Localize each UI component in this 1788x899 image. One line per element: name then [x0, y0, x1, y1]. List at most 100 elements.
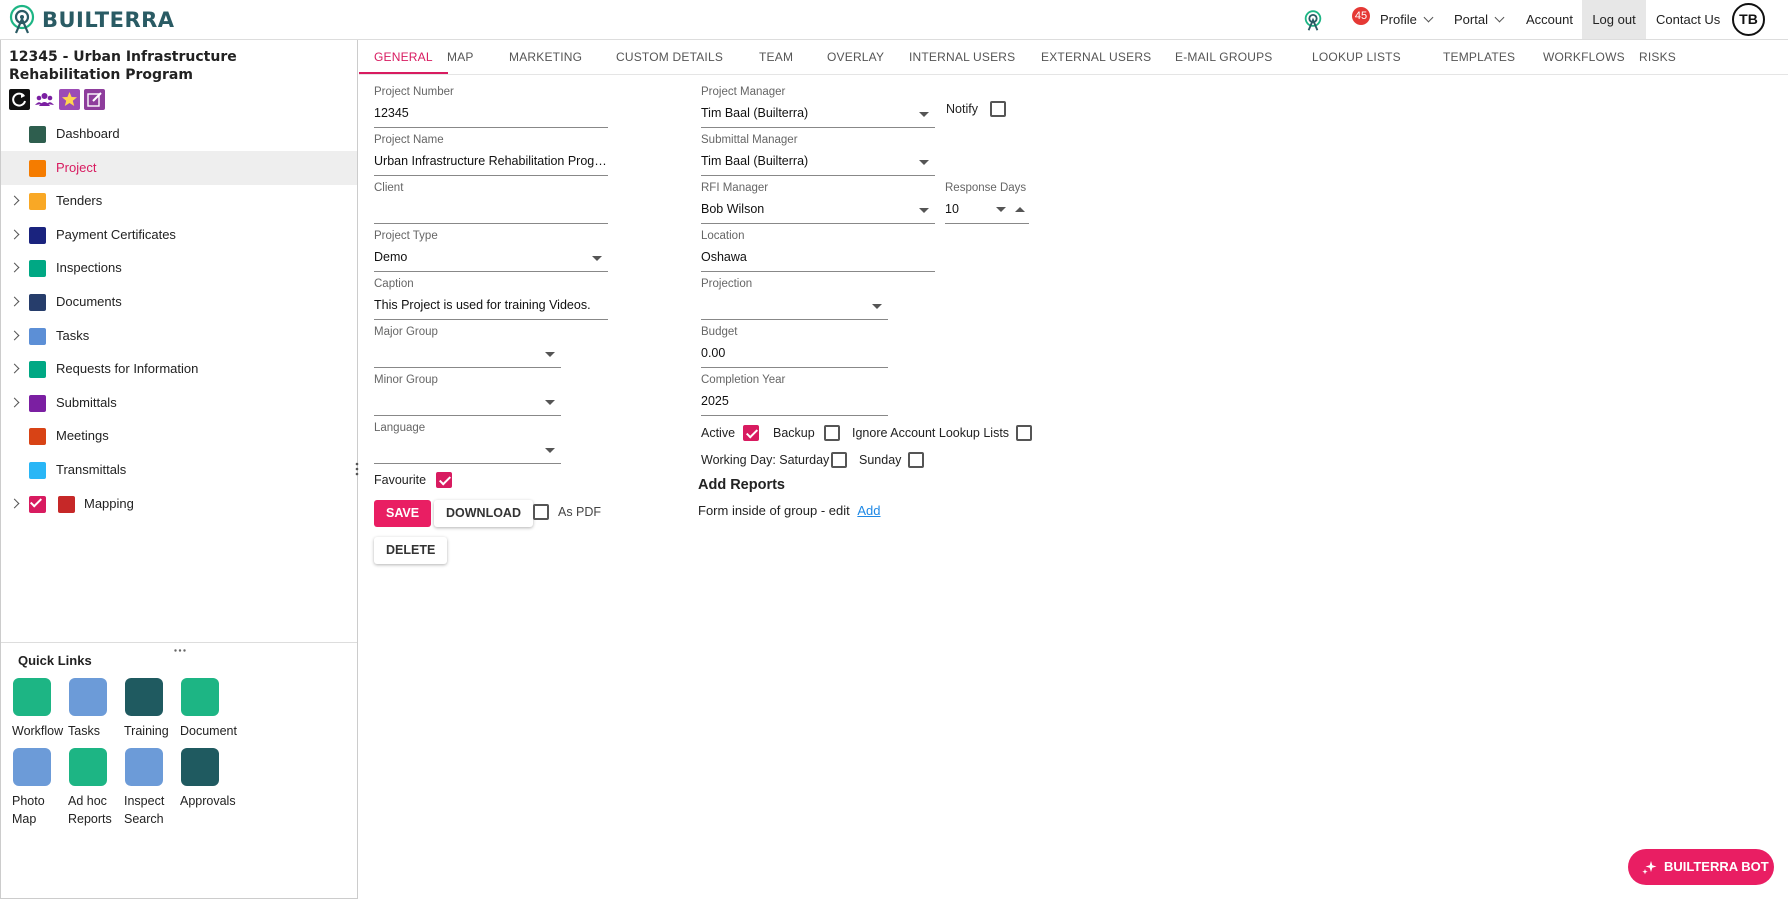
sidebar-item-payment-certificates[interactable]: Payment Certificates	[1, 218, 357, 252]
backup-checkbox[interactable]	[824, 425, 840, 441]
edit-icon[interactable]	[84, 89, 105, 110]
chevron-right-icon[interactable]	[9, 262, 20, 273]
sidebar-item-project[interactable]: Project	[1, 150, 357, 185]
workflow-icon	[13, 678, 51, 716]
quick-link-tasks[interactable]: Tasks	[68, 678, 128, 740]
quick-link-photo-map[interactable]: Photo Map	[12, 748, 72, 828]
active-label: Active	[701, 426, 736, 440]
profile-menu[interactable]: Profile	[1370, 0, 1442, 39]
sunday-checkbox[interactable]	[908, 452, 924, 468]
avatar[interactable]: TB	[1732, 3, 1765, 36]
language-select[interactable]: Language	[374, 422, 561, 464]
team-icon[interactable]	[34, 89, 55, 110]
sidebar-item-mapping[interactable]: Mapping	[1, 487, 357, 521]
portal-menu[interactable]: Portal	[1444, 0, 1513, 39]
tab-external-users[interactable]: EXTERNAL USERS	[1026, 40, 1166, 74]
sidebar-item-tasks[interactable]: Tasks	[1, 319, 357, 353]
portal-label: Portal	[1454, 12, 1488, 27]
tasks-icon	[29, 327, 46, 345]
project-name-field[interactable]: Project Name Urban Infrastructure Rehabi…	[374, 134, 608, 176]
favourite-checkbox[interactable]	[436, 472, 452, 488]
refresh-icon[interactable]	[9, 89, 30, 110]
project-manager-label: Project Manager	[701, 86, 786, 98]
active-checkbox[interactable]	[743, 425, 759, 441]
builterra-bot-button[interactable]: BUILTERRA BOT	[1628, 849, 1774, 885]
budget-field[interactable]: Budget 0.00	[701, 326, 888, 368]
chevron-right-icon[interactable]	[9, 195, 20, 206]
quick-link-workflow[interactable]: Workflow	[12, 678, 72, 740]
sidebar-item-label: Transmittals	[56, 462, 127, 477]
quick-link-document[interactable]: Document	[180, 678, 240, 740]
portal-logo-icon[interactable]	[1302, 9, 1324, 31]
quick-link-label: Training	[124, 724, 169, 738]
tab-lookup-lists[interactable]: LOOKUP LISTS	[1297, 40, 1416, 74]
sidebar-item-inspections[interactable]: Inspections	[1, 251, 357, 285]
contact-link[interactable]: Contact Us	[1646, 0, 1730, 39]
project-manager-select[interactable]: Project Manager Tim Baal (Builterra)	[701, 86, 935, 128]
sidebar-item-submittals[interactable]: Submittals	[1, 386, 357, 420]
client-field[interactable]: Client	[374, 182, 608, 224]
response-days-stepper[interactable]: Response Days 10	[945, 182, 1029, 224]
add-report-link[interactable]: Add	[857, 503, 880, 518]
chevron-right-icon[interactable]	[9, 296, 20, 307]
star-icon[interactable]	[59, 89, 80, 110]
sidebar-item-tenders[interactable]: Tenders	[1, 184, 357, 218]
location-field[interactable]: Location Oshawa	[701, 230, 935, 272]
tab-custom-details[interactable]: CUSTOM DETAILS	[601, 40, 738, 74]
tab-map[interactable]: MAP	[432, 40, 489, 74]
rfi-manager-select[interactable]: RFI Manager Bob Wilson	[701, 182, 935, 224]
project-type-label: Project Type	[374, 230, 438, 242]
tab-marketing[interactable]: MARKETING	[494, 40, 597, 74]
sidebar-item-requests-for-information[interactable]: Requests for Information	[1, 352, 357, 386]
delete-button[interactable]: DELETE	[374, 537, 448, 564]
notify-checkbox[interactable]	[990, 101, 1006, 117]
completion-year-field[interactable]: Completion Year 2025	[701, 374, 888, 416]
mapping-checkbox[interactable]	[29, 495, 46, 513]
quick-link-approvals[interactable]: Approvals	[180, 748, 240, 810]
sidebar-item-transmittals[interactable]: Transmittals	[1, 453, 357, 487]
minor-group-select[interactable]: Minor Group	[374, 374, 561, 416]
tab-team[interactable]: TEAM	[744, 40, 808, 74]
project-type-select[interactable]: Project Type Demo	[374, 230, 608, 272]
logout-link[interactable]: Log out	[1582, 0, 1646, 39]
submittal-manager-select[interactable]: Submittal Manager Tim Baal (Builterra)	[701, 134, 935, 176]
chevron-right-icon[interactable]	[9, 397, 20, 408]
sidebar-item-documents[interactable]: Documents	[1, 285, 357, 319]
sidebar-item-meetings[interactable]: Meetings	[1, 419, 357, 453]
major-group-select[interactable]: Major Group	[374, 326, 561, 368]
quick-link-label: Document	[180, 724, 237, 738]
notification-badge[interactable]: 45	[1352, 7, 1370, 25]
ignore-lookup-checkbox[interactable]	[1016, 425, 1032, 441]
save-button[interactable]: SAVE	[374, 500, 432, 527]
tab-divider	[359, 74, 1788, 75]
tab-internal-users[interactable]: INTERNAL USERS	[894, 40, 1030, 74]
working-saturday-checkbox[interactable]	[831, 452, 847, 468]
projection-select[interactable]: Projection	[701, 278, 888, 320]
as-pdf-checkbox[interactable]	[533, 504, 549, 520]
builterra-logo-icon[interactable]	[7, 4, 37, 34]
tab-overlay[interactable]: OVERLAY	[812, 40, 899, 74]
decrement-arrow-icon[interactable]	[996, 207, 1006, 212]
dropdown-arrow-icon	[919, 208, 929, 213]
account-link[interactable]: Account	[1516, 0, 1583, 39]
quick-link-ad-hoc-reports[interactable]: Ad hoc Reports	[68, 748, 128, 828]
tab-risks[interactable]: RISKS	[1624, 40, 1691, 74]
project-number-value: 12345	[374, 106, 409, 120]
chevron-right-icon[interactable]	[9, 229, 20, 240]
profile-label: Profile	[1380, 12, 1417, 27]
sidebar-item-label: Documents	[56, 294, 122, 309]
tab-e-mail-groups[interactable]: E-MAIL GROUPS	[1160, 40, 1288, 74]
caption-field[interactable]: Caption This Project is used for trainin…	[374, 278, 608, 320]
chevron-right-icon[interactable]	[9, 363, 20, 374]
chevron-right-icon[interactable]	[9, 330, 20, 341]
budget-label: Budget	[701, 326, 738, 338]
sidebar-resize-handle-icon[interactable]	[355, 462, 359, 476]
quick-link-inspect-search[interactable]: Inspect Search	[124, 748, 184, 828]
chevron-right-icon[interactable]	[9, 498, 20, 509]
project-number-field[interactable]: Project Number 12345	[374, 86, 608, 128]
sidebar-item-dashboard[interactable]: Dashboard	[1, 117, 357, 151]
tab-templates[interactable]: TEMPLATES	[1428, 40, 1530, 74]
download-button[interactable]: DOWNLOAD	[434, 500, 533, 527]
quick-link-training[interactable]: Training	[124, 678, 184, 740]
increment-arrow-icon[interactable]	[1015, 207, 1025, 212]
